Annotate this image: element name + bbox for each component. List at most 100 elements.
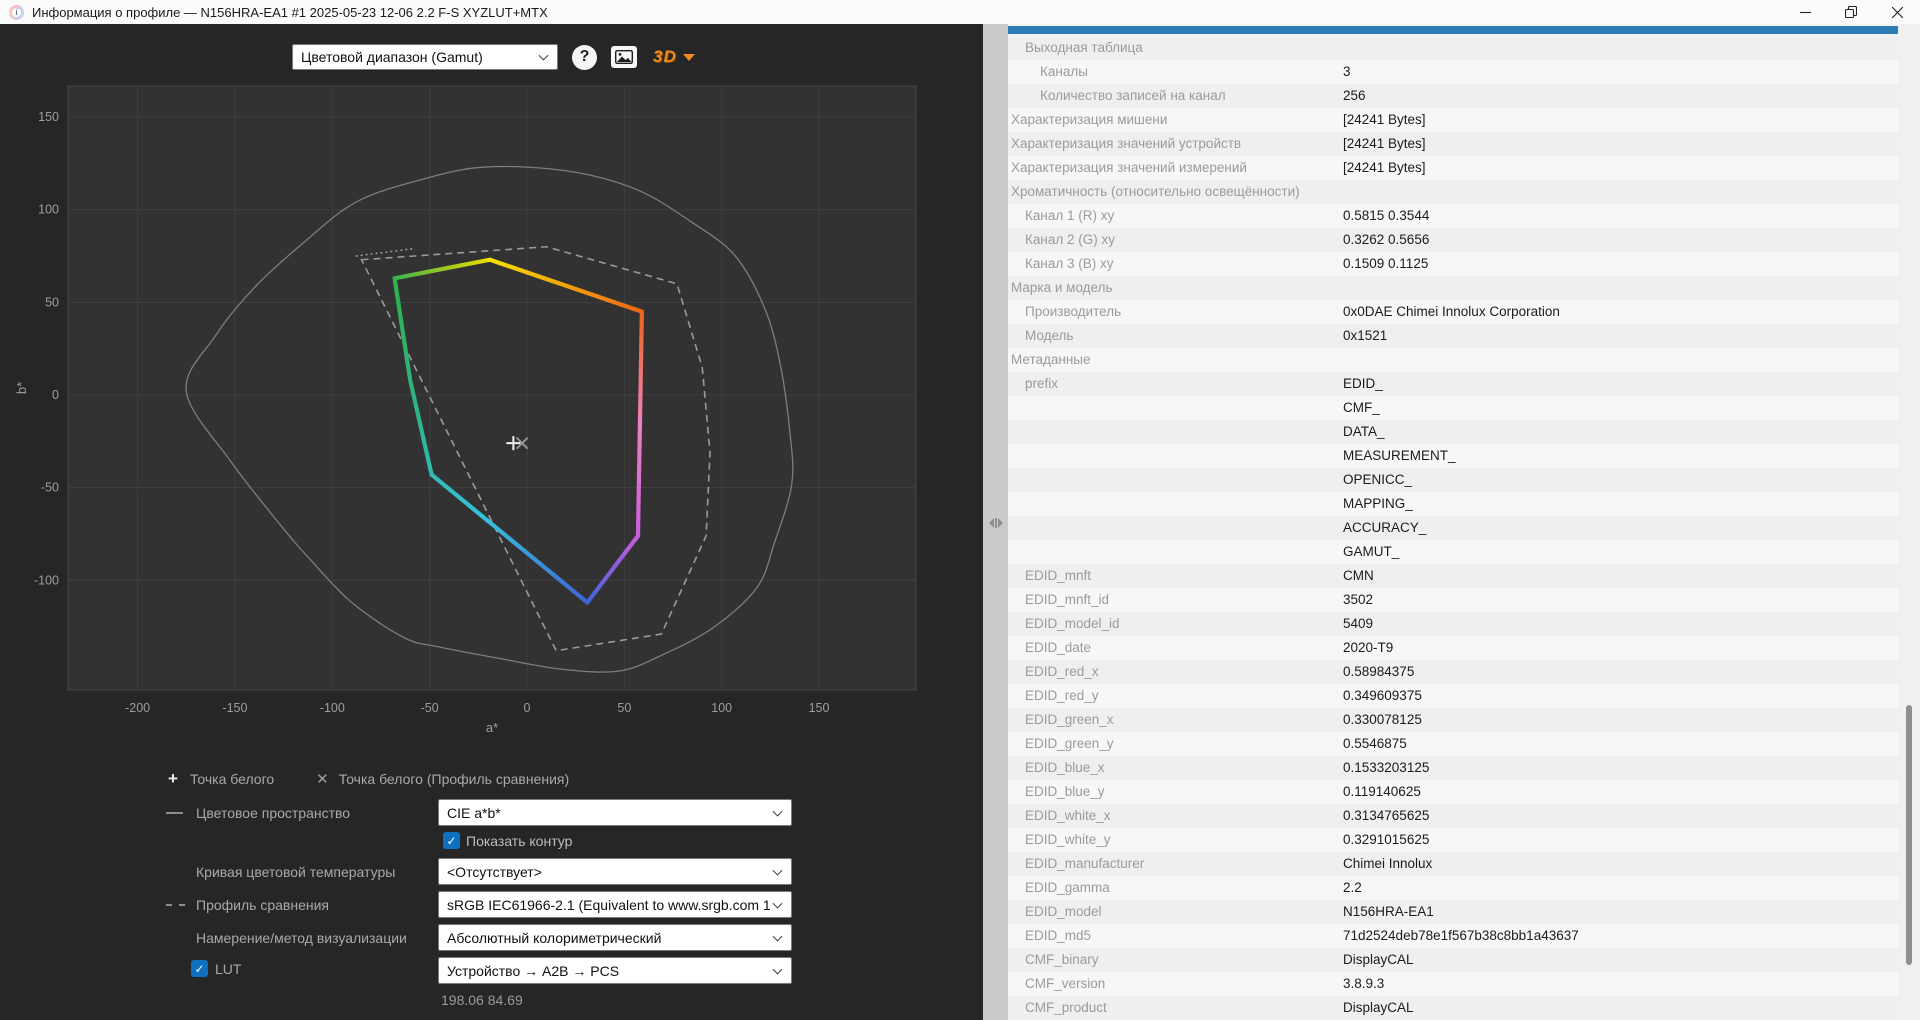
row-value: 256 xyxy=(1343,88,1366,103)
row-value: N156HRA-EA1 xyxy=(1343,904,1434,919)
table-row[interactable]: Характеризация значений измерений[24241 … xyxy=(1008,156,1898,180)
row-label: EDID_red_x xyxy=(1025,664,1099,679)
minimize-button[interactable] xyxy=(1782,0,1828,24)
row-value: DisplayCAL xyxy=(1343,1000,1414,1015)
row-value: OPENICC_ xyxy=(1343,472,1412,487)
row-label: Канал 1 (R) xy xyxy=(1025,208,1114,223)
close-icon xyxy=(1892,7,1903,18)
table-row[interactable]: prefixEDID_ xyxy=(1008,372,1898,396)
table-row[interactable]: OPENICC_ xyxy=(1008,468,1898,492)
table-row[interactable]: EDID_md571d2524deb78e1f567b38c8bb1a43637 xyxy=(1008,924,1898,948)
row-value: [24241 Bytes] xyxy=(1343,112,1426,127)
table-row[interactable]: Марка и модель xyxy=(1008,276,1898,300)
row-label: EDID_manufacturer xyxy=(1025,856,1144,871)
scrollbar-thumb[interactable] xyxy=(1906,705,1912,965)
row-value: 0.58984375 xyxy=(1343,664,1414,679)
row-label: Канал 2 (G) xy xyxy=(1025,232,1115,247)
table-row[interactable]: EDID_mnft_id3502 xyxy=(1008,588,1898,612)
table-row[interactable]: ACCURACY_ xyxy=(1008,516,1898,540)
svg-text:0: 0 xyxy=(524,701,531,715)
table-row[interactable]: Каналы3 xyxy=(1008,60,1898,84)
splitter-handle-icon[interactable] xyxy=(986,514,1005,532)
table-row[interactable]: MAPPING_ xyxy=(1008,492,1898,516)
table-row[interactable]: Канал 2 (G) xy0.3262 0.5656 xyxy=(1008,228,1898,252)
close-button[interactable] xyxy=(1874,0,1920,24)
table-row[interactable]: CMF_version3.8.9.3 xyxy=(1008,972,1898,996)
svg-text:150: 150 xyxy=(38,110,59,124)
selected-row-highlight[interactable] xyxy=(1008,26,1898,34)
row-label: CMF_binary xyxy=(1025,952,1099,967)
table-row[interactable]: EDID_blue_x0.1533203125 xyxy=(1008,756,1898,780)
table-row[interactable]: EDID_white_y0.3291015625 xyxy=(1008,828,1898,852)
view-3d-dropdown-arrow-icon xyxy=(683,54,695,61)
table-row[interactable]: EDID_manufacturer Chimei Innolux xyxy=(1008,852,1898,876)
view-3d-button[interactable]: 3D xyxy=(653,47,695,67)
show-outline-checkbox[interactable]: ✓ xyxy=(443,832,460,849)
table-row[interactable]: CMF_productDisplayCAL xyxy=(1008,996,1898,1020)
table-row[interactable]: EDID_modelN156HRA-EA1 xyxy=(1008,900,1898,924)
row-value: 0.5815 0.3544 xyxy=(1343,208,1429,223)
table-row[interactable]: Производитель0x0DAE Chimei Innolux Corpo… xyxy=(1008,300,1898,324)
table-row[interactable]: Канал 3 (B) xy0.1509 0.1125 xyxy=(1008,252,1898,276)
save-image-icon[interactable] xyxy=(611,46,637,68)
table-row[interactable]: Характеризация мишени [24241 Bytes] xyxy=(1008,108,1898,132)
comparison-profile-select[interactable]: sRGB IEC61966-2.1 (Equivalent to www.srg… xyxy=(438,891,792,918)
row-value: 5409 xyxy=(1343,616,1373,631)
help-icon[interactable]: ? xyxy=(572,45,597,70)
row-label: EDID_model_id xyxy=(1025,616,1120,631)
table-row[interactable]: EDID_red_y0.349609375 xyxy=(1008,684,1898,708)
panel-splitter[interactable] xyxy=(983,24,1008,1020)
row-label: Характеризация значений устройств xyxy=(1011,136,1241,151)
table-row[interactable]: Характеризация значений устройств[24241 … xyxy=(1008,132,1898,156)
lut-checkbox[interactable]: ✓ xyxy=(191,960,208,977)
row-value: 0x1521 xyxy=(1343,328,1387,343)
row-value: 2020-T9 xyxy=(1343,640,1393,655)
row-value: [24241 Bytes] xyxy=(1343,160,1426,175)
table-row[interactable]: Количество записей на канал 256 xyxy=(1008,84,1898,108)
table-row[interactable]: EDID_gamma2.2 xyxy=(1008,876,1898,900)
table-row[interactable]: Канал 1 (R) xy 0.5815 0.3544 xyxy=(1008,204,1898,228)
row-label: EDID_mnft xyxy=(1025,568,1091,583)
temperature-curve-select[interactable]: <Отсутствует> xyxy=(438,858,792,885)
row-label: EDID_white_y xyxy=(1025,832,1111,847)
plot-type-select[interactable]: Цветовой диапазон (Gamut) xyxy=(292,44,558,70)
view-3d-label: 3D xyxy=(653,47,677,67)
table-row[interactable]: EDID_green_x 0.330078125 xyxy=(1008,708,1898,732)
row-label: EDID_green_x xyxy=(1025,712,1114,727)
colorspace-select[interactable]: CIE a*b* xyxy=(438,799,792,826)
table-row[interactable]: EDID_model_id 5409 xyxy=(1008,612,1898,636)
table-row[interactable]: Выходная таблица xyxy=(1008,36,1898,60)
row-value: Chimei Innolux xyxy=(1343,856,1432,871)
table-row[interactable]: EDID_red_x 0.58984375 xyxy=(1008,660,1898,684)
gamut-plot-panel: -200-150-100-50050100150150100500-50-100… xyxy=(0,24,983,1020)
table-row[interactable]: EDID_white_x0.3134765625 xyxy=(1008,804,1898,828)
table-row[interactable]: CMF_ xyxy=(1008,396,1898,420)
title-bar: i Информация о профиле — N156HRA-EA1 #1 … xyxy=(0,0,1920,24)
table-row[interactable]: EDID_green_y0.5546875 xyxy=(1008,732,1898,756)
restore-button[interactable] xyxy=(1828,0,1874,24)
svg-text:-100: -100 xyxy=(34,573,59,587)
table-row[interactable]: Модель0x1521 xyxy=(1008,324,1898,348)
row-value: 3.8.9.3 xyxy=(1343,976,1384,991)
rendering-intent-select[interactable]: Абсолютный колориметрический xyxy=(438,924,792,951)
svg-text:50: 50 xyxy=(617,701,631,715)
vertical-scrollbar[interactable] xyxy=(1898,24,1920,1020)
chevron-down-icon xyxy=(773,964,783,974)
table-row[interactable]: CMF_binaryDisplayCAL xyxy=(1008,948,1898,972)
table-row[interactable]: EDID_date2020-T9 xyxy=(1008,636,1898,660)
table-row[interactable]: Хроматичность (относительно освещённости… xyxy=(1008,180,1898,204)
table-row[interactable]: EDID_blue_y0.119140625 xyxy=(1008,780,1898,804)
row-label: Количество записей на канал xyxy=(1040,88,1226,103)
row-value: CMF_ xyxy=(1343,400,1380,415)
row-value: 71d2524deb78e1f567b38c8bb1a43637 xyxy=(1343,928,1579,943)
row-label: Характеризация мишени xyxy=(1011,112,1167,127)
row-label: EDID_gamma xyxy=(1025,880,1110,895)
table-row[interactable]: GAMUT_ xyxy=(1008,540,1898,564)
table-row[interactable]: Метаданные xyxy=(1008,348,1898,372)
lut-select[interactable]: Устройство → A2B → PCS xyxy=(438,957,792,984)
row-value: 0x0DAE Chimei Innolux Corporation xyxy=(1343,304,1560,319)
table-row[interactable]: EDID_mnftCMN xyxy=(1008,564,1898,588)
table-row[interactable]: DATA_ xyxy=(1008,420,1898,444)
row-value: 0.330078125 xyxy=(1343,712,1422,727)
table-row[interactable]: MEASUREMENT_ xyxy=(1008,444,1898,468)
